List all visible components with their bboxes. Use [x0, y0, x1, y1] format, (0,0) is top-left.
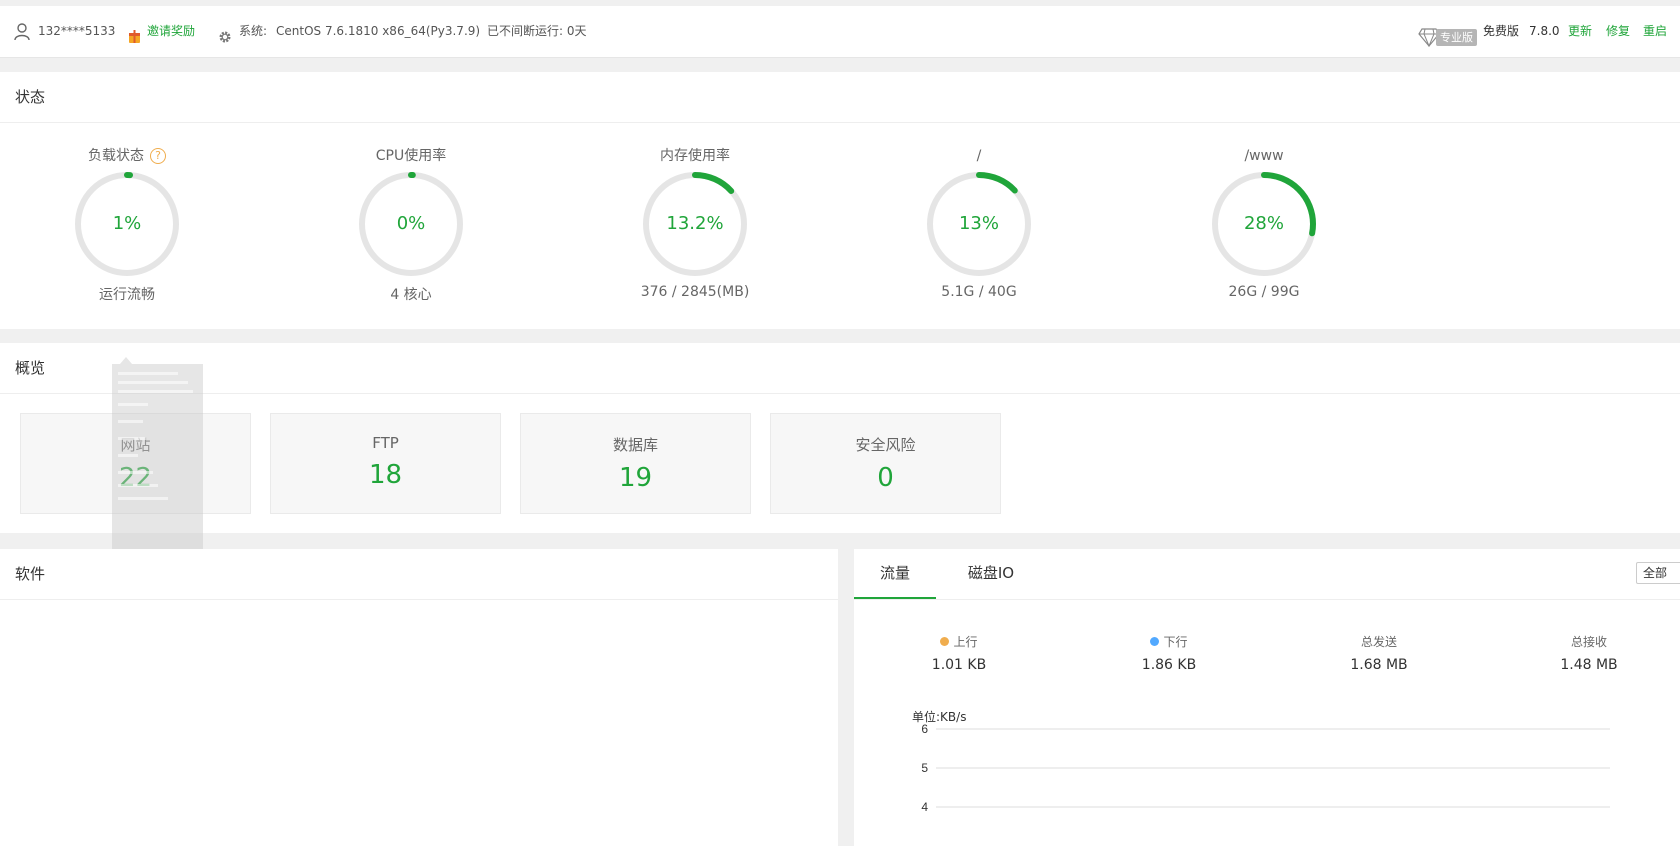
gear-icon [219, 31, 231, 43]
card-label: 网站 [120, 436, 151, 454]
user-icon [14, 23, 30, 41]
gauge-title: / [976, 148, 982, 164]
gauge-title: 内存使用率 [660, 148, 730, 164]
free-edition-label: 免费版 [1483, 24, 1520, 38]
card-count[interactable]: 18 [271, 460, 500, 490]
status-title: 状态 [0, 72, 1680, 123]
y-tick-label: 6 [921, 722, 928, 736]
gauge-ring: 0% [357, 170, 465, 278]
card-label: FTP [372, 434, 399, 452]
card-count[interactable]: 19 [521, 463, 750, 493]
top-bar: 132****5133 邀请奖励 系统: CentOS 7.6.1810 x86… [0, 6, 1680, 58]
y-tick-label: 4 [921, 800, 928, 814]
overview-card-ftp[interactable]: FTP 18 [270, 413, 501, 514]
gauge-subtext: 376 / 2845(MB) [640, 284, 750, 300]
card-count[interactable]: 0 [771, 463, 1000, 493]
gauge-cpu[interactable]: CPU使用率 0% 4 核心 [311, 146, 511, 304]
software-panel: 软件 [0, 549, 838, 846]
update-link[interactable]: 更新 [1568, 6, 1592, 57]
gauge-subtext: 26G / 99G [1228, 284, 1300, 300]
traffic-panel: 流量 磁盘IO 全部 ▾ 上行 1.01 KB 下行 1.86 KB 总发送 1… [854, 549, 1680, 846]
overview-title: 概览 [0, 343, 1680, 394]
username[interactable]: 132****5133 [38, 6, 115, 57]
version-number: 7.8.0 [1529, 24, 1560, 38]
overview-card-sites[interactable]: 网站 22 [20, 413, 251, 514]
system-label: 系统: [239, 24, 268, 38]
restart-link[interactable]: 重启 [1643, 6, 1667, 57]
gauge-memory[interactable]: 内存使用率 13.2% 376 / 2845(MB) [595, 146, 795, 300]
card-label: 数据库 [612, 436, 658, 454]
help-icon[interactable]: ? [150, 148, 166, 164]
gauge-ring: 13% [925, 170, 1033, 278]
card-count[interactable]: 22 [21, 463, 250, 493]
gauge-disk-www[interactable]: /www 28% 26G / 99G [1164, 146, 1364, 300]
repair-link[interactable]: 修复 [1606, 6, 1630, 57]
gauge-title: CPU使用率 [375, 148, 447, 164]
gauge-subtext: 4 核心 [390, 287, 432, 303]
gauge-value: 28% [1243, 213, 1284, 234]
gauge-title: 负载状态 [88, 148, 144, 164]
overview-card-security-risk[interactable]: 安全风险 0 [770, 413, 1001, 514]
software-title: 软件 [0, 549, 838, 600]
status-panel: 状态 负载状态? 1% 运行流畅 CPU使用率 0% 4 核心 内存使用率 13… [0, 72, 1680, 329]
uptime-text: 已不间断运行: 0天 [487, 24, 587, 38]
overview-card-database[interactable]: 数据库 19 [520, 413, 751, 514]
system-value: CentOS 7.6.1810 x86_64(Py3.7.9) [276, 24, 481, 38]
card-label: 安全风险 [855, 436, 916, 454]
invite-reward-link[interactable]: 邀请奖励 [147, 6, 195, 57]
gift-icon [129, 30, 140, 43]
gauge-title: /www [1244, 148, 1284, 164]
traffic-chart: 6 5 4 [921, 722, 1610, 814]
gauge-ring: 28% [1210, 170, 1318, 278]
gauge-subtext: 5.1G / 40G [941, 284, 1017, 300]
gauge-ring: 1% [73, 170, 181, 278]
gauge-value: 0% [396, 213, 426, 234]
gauge-subtext: 运行流畅 [99, 287, 155, 303]
gauge-value: 1% [112, 213, 142, 234]
gauge-load[interactable]: 负载状态? 1% 运行流畅 [27, 146, 227, 304]
overview-panel: 概览 网站 22 FTP 18 数据库 19 安全风险 0 [0, 343, 1680, 533]
gauge-disk-root[interactable]: / 13% 5.1G / 40G [879, 146, 1079, 300]
gauge-value: 13.2% [666, 213, 724, 234]
gauge-value: 13% [958, 213, 999, 234]
y-tick-label: 5 [921, 761, 928, 775]
pro-edition-badge[interactable]: 专业版 [1436, 29, 1477, 46]
gauge-ring: 13.2% [641, 170, 749, 278]
